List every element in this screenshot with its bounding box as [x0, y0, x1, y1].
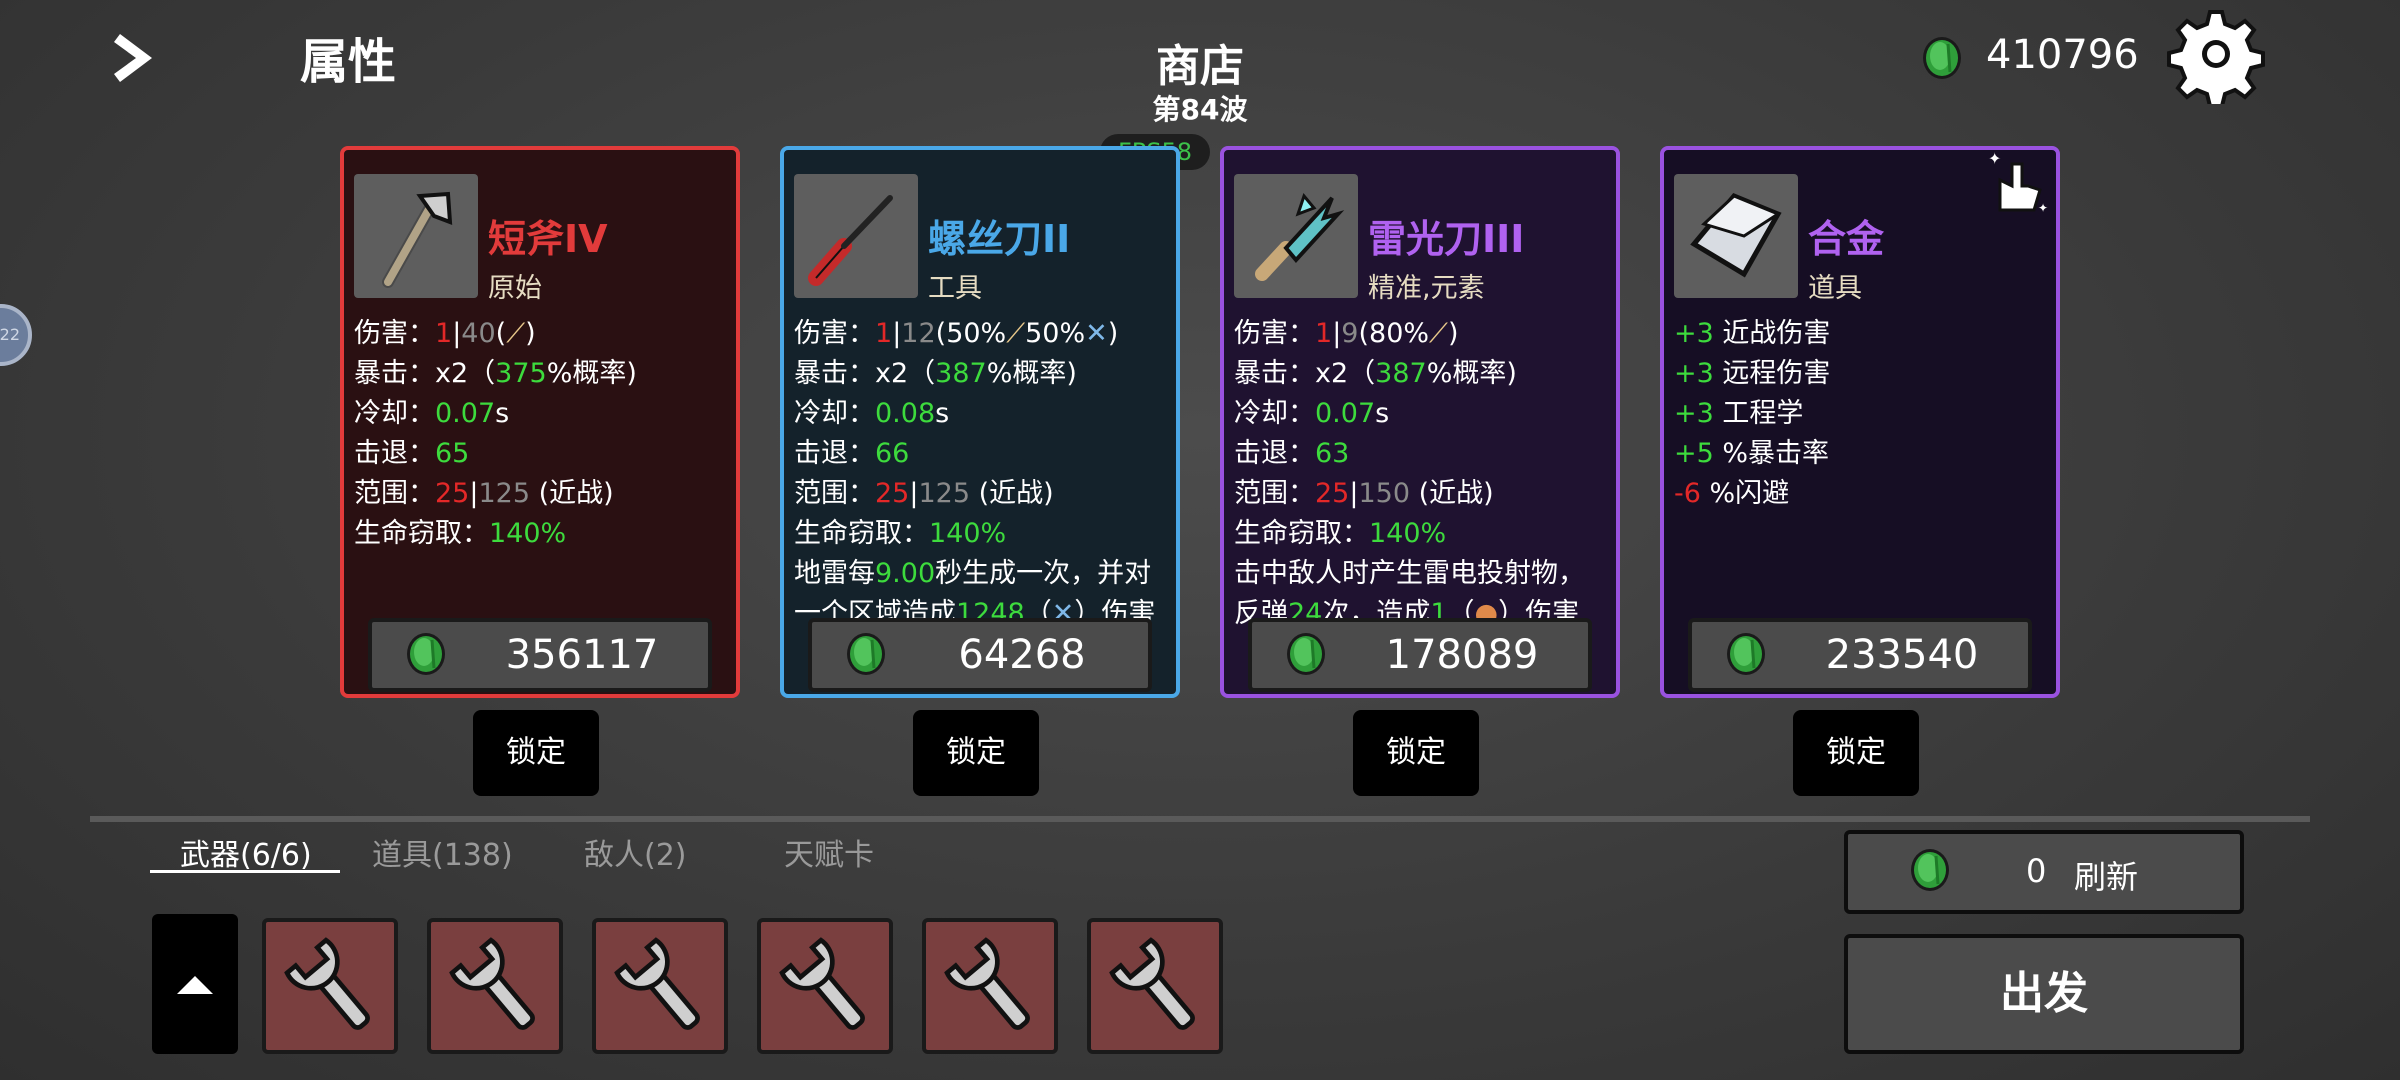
weapon-slot[interactable]	[1087, 918, 1223, 1054]
effect-row: +3 工程学	[1674, 398, 1804, 429]
item-type: 道具	[1808, 273, 1862, 304]
wrench-icon	[596, 922, 724, 1050]
active-tab-underline	[150, 870, 340, 873]
weapon-slot[interactable]	[427, 918, 563, 1054]
engineering-icon: ✕	[1085, 318, 1108, 349]
shop-card-4[interactable]: 合金 道具 ✦ ✦ +3 近战伤害 +3 远程伤害 +3 工程学 +5 %暴击率…	[1660, 146, 2060, 698]
crit-row: 暴击：x2（387%概率)	[794, 358, 1077, 389]
melee-damage-icon: ⟋	[506, 318, 526, 349]
money-amount: 410796	[1986, 32, 2139, 78]
wrench-icon	[1091, 922, 1219, 1050]
refresh-label: 刷新	[2074, 858, 2139, 896]
damage-row: 伤害：1|12(50%⟋50%✕)	[794, 318, 1119, 349]
weapon-slot[interactable]	[592, 918, 728, 1054]
coin-icon	[404, 632, 448, 676]
range-row: 范围：25|125 (近战)	[354, 478, 614, 509]
buy-button[interactable]: 356117	[368, 618, 712, 692]
cooldown-row: 冷却：0.07s	[354, 398, 510, 429]
screwdriver-icon	[794, 174, 918, 298]
damage-row: 伤害：1|9(80%⟋)	[1234, 318, 1459, 349]
cooldown-row: 冷却：0.07s	[1234, 398, 1390, 429]
melee-damage-icon: ⟋	[1429, 318, 1448, 349]
damage-row: 伤害：1|40(⟋)	[354, 318, 536, 349]
item-name: 合金	[1808, 217, 1885, 261]
effect-row: +3 近战伤害	[1674, 318, 1831, 349]
effect-row: +5 %暴击率	[1674, 438, 1830, 469]
weapon-slot[interactable]	[922, 918, 1058, 1054]
svg-text:✦: ✦	[1988, 150, 2001, 168]
tap-hand-icon: ✦ ✦	[1982, 149, 2052, 224]
svg-text:✦: ✦	[2038, 201, 2048, 215]
buy-button[interactable]: 178089	[1248, 618, 1592, 692]
item-effects: +3 近战伤害 +3 远程伤害 +3 工程学 +5 %暴击率 -6 %闪避	[1674, 314, 2050, 514]
buy-button[interactable]: 233540	[1688, 618, 2032, 692]
item-stats: 伤害：1|40(⟋) 暴击：x2（375%概率) 冷却：0.07s 击退：65 …	[354, 314, 730, 554]
coin-icon	[1724, 632, 1768, 676]
melee-damage-icon: ⟋	[1006, 318, 1026, 349]
effect-row: -6 %闪避	[1674, 478, 1790, 509]
item-name: 雷光刀III	[1368, 217, 1525, 261]
coin-icon	[844, 632, 888, 676]
currency-coin-icon	[1920, 36, 1964, 84]
item-price: 64268	[958, 632, 1086, 678]
item-name: 螺丝刀II	[928, 217, 1071, 261]
tab-enemies[interactable]: 敌人(2)	[584, 830, 687, 874]
shop-card-3[interactable]: 雷光刀III 精准,元素 伤害：1|9(80%⟋) 暴击：x2（387%概率) …	[1220, 146, 1620, 698]
item-price: 233540	[1825, 632, 1979, 678]
weapon-slot[interactable]	[757, 918, 893, 1054]
item-type: 精准,元素	[1368, 273, 1485, 304]
cooldown-row: 冷却：0.08s	[794, 398, 950, 429]
shop-card-2[interactable]: 螺丝刀II 工具 伤害：1|12(50%⟋50%✕) 暴击：x2（387%概率)…	[780, 146, 1180, 698]
item-stats: 伤害：1|12(50%⟋50%✕) 暴击：x2（387%概率) 冷却：0.08s…	[794, 314, 1170, 634]
crit-row: 暴击：x2（387%概率)	[1234, 358, 1517, 389]
lock-button[interactable]: 锁定	[1793, 710, 1919, 796]
settings-gear-icon[interactable]	[2166, 4, 2266, 108]
item-stats: 伤害：1|9(80%⟋) 暴击：x2（387%概率) 冷却：0.07s 击退：6…	[1234, 314, 1610, 634]
item-type: 原始	[488, 273, 542, 304]
alloy-ingot-icon	[1674, 174, 1798, 298]
expand-up-button[interactable]	[152, 914, 238, 1054]
wave-label: 第84波	[1152, 93, 1248, 126]
lock-button[interactable]: 锁定	[473, 710, 599, 796]
tab-talent-cards[interactable]: 天赋卡	[784, 830, 874, 874]
item-name: 短斧IV	[488, 217, 608, 261]
refresh-cost: 0	[2026, 852, 2047, 890]
tab-items[interactable]: 道具(138)	[372, 830, 513, 874]
effect-row: +3 远程伤害	[1674, 358, 1831, 389]
go-button[interactable]: 出发	[1844, 934, 2244, 1054]
lifesteal-row: 生命窃取：140%	[794, 518, 1007, 549]
axe-icon	[354, 174, 478, 298]
wrench-icon	[266, 922, 394, 1050]
weapon-slot[interactable]	[262, 918, 398, 1054]
wrench-icon	[761, 922, 889, 1050]
range-row: 范围：25|150 (近战)	[1234, 478, 1494, 509]
coin-icon	[1908, 848, 1952, 892]
side-badge[interactable]: 22	[0, 304, 32, 366]
item-price: 356117	[505, 632, 659, 678]
knockback-row: 击退：66	[794, 438, 910, 469]
item-type: 工具	[928, 273, 982, 304]
description-line-1: 地雷每9.00秒生成一次，并对	[794, 558, 1152, 589]
wrench-icon	[431, 922, 559, 1050]
triangle-up-icon	[177, 976, 213, 994]
description-line-1: 击中敌人时产生雷电投射物，	[1234, 558, 1585, 589]
refresh-button[interactable]: 0 刷新	[1844, 830, 2244, 914]
shop-card-1[interactable]: 短斧IV 原始 伤害：1|40(⟋) 暴击：x2（375%概率) 冷却：0.07…	[340, 146, 740, 698]
section-divider	[90, 816, 2310, 822]
coin-icon	[1284, 632, 1328, 676]
item-price: 178089	[1385, 632, 1539, 678]
lock-button[interactable]: 锁定	[913, 710, 1039, 796]
lifesteal-row: 生命窃取：140%	[354, 518, 567, 549]
wrench-icon	[926, 922, 1054, 1050]
knockback-row: 击退：63	[1234, 438, 1350, 469]
lifesteal-row: 生命窃取：140%	[1234, 518, 1447, 549]
lightning-blade-icon	[1234, 174, 1358, 298]
range-row: 范围：25|125 (近战)	[794, 478, 1054, 509]
buy-button[interactable]: 64268	[808, 618, 1152, 692]
lock-button[interactable]: 锁定	[1353, 710, 1479, 796]
crit-row: 暴击：x2（375%概率)	[354, 358, 637, 389]
knockback-row: 击退：65	[354, 438, 470, 469]
tab-weapons[interactable]: 武器(6/6)	[180, 830, 312, 874]
